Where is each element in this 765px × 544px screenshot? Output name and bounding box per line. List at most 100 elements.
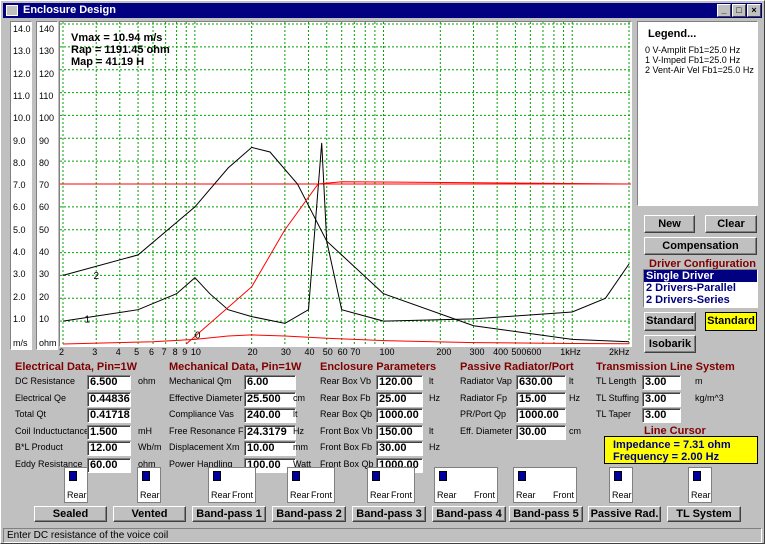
enclosure-unit: lt bbox=[429, 376, 434, 386]
enclosure-type-button[interactable]: Band-pass 3 bbox=[352, 506, 426, 522]
compensation-button[interactable]: Compensation bbox=[644, 237, 757, 255]
cursor-impedance: Impedance = 7.31 ohm bbox=[613, 439, 731, 451]
electrical-input[interactable]: 0.41718 bbox=[87, 408, 131, 423]
passive-label: Eff. Diameter bbox=[460, 425, 513, 436]
driver-option[interactable]: Single Driver bbox=[644, 270, 757, 282]
standard-toggle[interactable]: Standard bbox=[705, 312, 757, 331]
tl-input[interactable]: 3.00 bbox=[642, 391, 681, 407]
enclosure-type-button[interactable]: Band-pass 2 bbox=[272, 506, 346, 522]
mechanical-unit: Hz bbox=[293, 425, 304, 436]
close-button[interactable]: × bbox=[747, 4, 761, 17]
driver-config-list[interactable]: Single Driver 2 Drivers-Parallel 2 Drive… bbox=[643, 269, 758, 308]
x-tick-label: 40 bbox=[304, 347, 315, 357]
tl-unit: kg/m^3 bbox=[695, 392, 724, 403]
legend-panel: Legend... 0 V-Amplit Fb1=25.0 Hz 1 V-Imp… bbox=[637, 21, 758, 206]
mechanical-input[interactable]: 24.3179 bbox=[244, 424, 296, 440]
enclosure-input[interactable]: 120.00 bbox=[376, 375, 423, 390]
x-tick-label: 500 bbox=[511, 347, 527, 357]
rear-label: Rear bbox=[67, 490, 87, 500]
line-cursor-box: Impedance = 7.31 ohm Frequency = 2.00 Hz bbox=[604, 436, 758, 464]
new-button[interactable]: New bbox=[644, 215, 695, 233]
y-tick-label: 12.0 bbox=[13, 68, 31, 79]
window-title: Enclosure Design bbox=[23, 4, 116, 16]
x-tick-label: 7 bbox=[161, 347, 167, 357]
mechanical-input[interactable]: 10.00 bbox=[244, 441, 296, 456]
enclosure-input[interactable]: 1000.00 bbox=[376, 408, 423, 423]
tl-input[interactable]: 3.00 bbox=[642, 408, 681, 423]
enclosure-label: Rear Box Vb bbox=[320, 376, 372, 386]
y-tick-label: 6.0 bbox=[13, 202, 26, 213]
x-tick-label: 10 bbox=[190, 347, 201, 357]
x-tick-label: 30 bbox=[280, 347, 291, 357]
mechanical-label: Free Resonance Fs bbox=[169, 425, 249, 436]
enclosure-type-button[interactable]: TL System bbox=[667, 506, 741, 522]
x-tick-label: 400 bbox=[493, 347, 509, 357]
electrical-input[interactable]: 0.44836 bbox=[87, 391, 131, 407]
driver-icon bbox=[439, 471, 447, 481]
y-tick-label: 9.0 bbox=[13, 135, 26, 146]
electrical-input[interactable]: 1.500 bbox=[87, 424, 131, 440]
maximize-button[interactable]: □ bbox=[732, 4, 746, 17]
enclosure-input[interactable]: 150.00 bbox=[376, 424, 423, 440]
enclosure-unit: lt bbox=[429, 425, 434, 436]
y-unit-label: ohm bbox=[39, 338, 57, 348]
app-icon bbox=[6, 5, 18, 16]
driver-icon bbox=[69, 471, 77, 481]
mechanical-input[interactable]: 6.00 bbox=[244, 375, 296, 390]
enclosure-diagram-icon: Rear Front bbox=[208, 467, 256, 503]
clear-button[interactable]: Clear bbox=[705, 215, 757, 233]
y-tick-label: 4.0 bbox=[13, 247, 26, 257]
legend-item: 2 Vent-Air Vel Fb1=25.0 Hz bbox=[645, 65, 754, 75]
legend-title: Legend... bbox=[648, 28, 697, 40]
title-bar: Enclosure Design _ □ × bbox=[3, 3, 762, 18]
enclosure-diagram-icon: Rear bbox=[688, 467, 712, 503]
series-line-2 bbox=[62, 146, 630, 343]
isobarik-button[interactable]: Isobarik bbox=[644, 335, 696, 353]
passive-input[interactable]: 1000.00 bbox=[516, 408, 566, 423]
enclosure-input[interactable]: 30.00 bbox=[376, 441, 423, 456]
enclosure-input[interactable]: 25.00 bbox=[376, 391, 423, 407]
y-tick-label: 13.0 bbox=[13, 46, 31, 57]
driver-icon bbox=[142, 471, 150, 481]
passive-input[interactable]: 15.00 bbox=[516, 391, 566, 407]
mechanical-label: Displacement Xm bbox=[169, 442, 240, 452]
tl-label: TL Stuffing bbox=[596, 392, 640, 403]
x-tick-label: 9 bbox=[182, 347, 188, 357]
y-axis-impedance: 140 130 120 110 100 90 80 70 60 50 40 30 20 10 ohm bbox=[36, 21, 58, 350]
tl-input[interactable]: 3.00 bbox=[642, 375, 681, 390]
y-tick-label: 110 bbox=[39, 90, 54, 101]
electrical-label: B*L Product bbox=[15, 442, 63, 452]
passive-input[interactable]: 630.00 bbox=[516, 375, 566, 390]
mechanical-unit: lt bbox=[293, 409, 298, 419]
enclosure-diagram-icon: Rear Front bbox=[513, 467, 577, 503]
electrical-input[interactable]: 60.00 bbox=[87, 457, 131, 473]
enclosure-type-button[interactable]: Vented bbox=[113, 506, 186, 522]
enclosure-label: Front Box Vb bbox=[320, 425, 373, 436]
y-tick-label: 5.0 bbox=[13, 224, 26, 235]
rear-label: Rear bbox=[691, 490, 711, 500]
driver-option[interactable]: 2 Drivers-Series bbox=[644, 294, 757, 306]
mechanical-unit: mm bbox=[293, 442, 308, 452]
y-tick-label: 30 bbox=[39, 269, 50, 280]
x-tick-label: 5 bbox=[134, 347, 140, 357]
enclosure-type-button[interactable]: Band-pass 5 bbox=[509, 506, 583, 522]
enclosure-type-button[interactable]: Band-pass 4 bbox=[432, 506, 506, 522]
enclosure-type-button[interactable]: Sealed bbox=[34, 506, 107, 522]
enclosure-title: Enclosure Parameters bbox=[320, 361, 437, 373]
minimize-button[interactable]: _ bbox=[717, 4, 731, 17]
rear-label: Rear bbox=[516, 490, 536, 500]
enclosure-type-button[interactable]: Band-pass 1 bbox=[192, 506, 266, 522]
y-tick-label: 3.0 bbox=[13, 269, 26, 280]
electrical-input[interactable]: 12.00 bbox=[87, 441, 131, 456]
electrical-input[interactable]: 6.500 bbox=[87, 375, 131, 390]
front-label: Front bbox=[473, 490, 495, 500]
driver-option[interactable]: 2 Drivers-Parallel bbox=[644, 282, 757, 294]
passive-input[interactable]: 30.00 bbox=[516, 424, 566, 440]
mechanical-input[interactable]: 25.500 bbox=[244, 391, 296, 407]
response-plot[interactable]: 0 1 2 bbox=[59, 21, 632, 347]
passive-label: Radiator Vap bbox=[460, 376, 512, 386]
y-tick-label: 140 bbox=[39, 24, 55, 34]
enclosure-type-button[interactable]: Passive Rad. bbox=[588, 506, 661, 522]
standard-button[interactable]: Standard bbox=[644, 312, 696, 331]
mechanical-input[interactable]: 240.00 bbox=[244, 408, 296, 423]
